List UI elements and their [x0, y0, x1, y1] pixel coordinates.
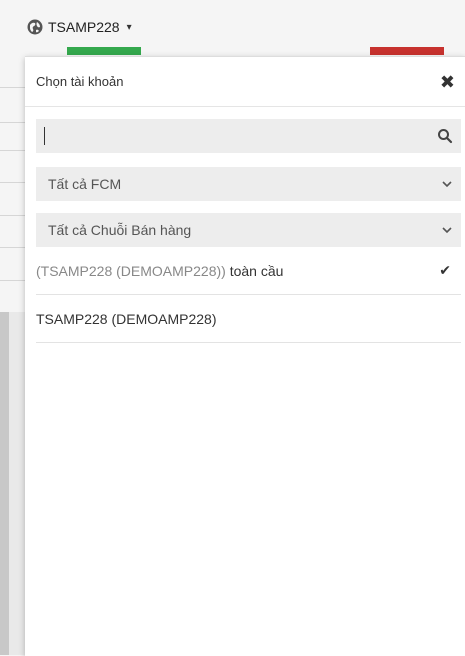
account-option-label: TSAMP228 (DEMOAMP228) [36, 310, 217, 327]
account-selector-label: TSAMP228 [48, 19, 120, 35]
account-option[interactable]: TSAMP228 (DEMOAMP228) [36, 295, 461, 343]
account-search [36, 119, 461, 153]
search-input[interactable] [36, 119, 437, 153]
search-icon[interactable] [437, 128, 453, 144]
popover-header: Chọn tài khoản ✖ [25, 57, 465, 107]
chevron-down-icon [442, 181, 452, 188]
sales-chain-filter-select[interactable]: Tất cả Chuỗi Bán hàng [36, 213, 461, 247]
account-option-label: (TSAMP228 (DEMOAMP228)) toàn cầu [36, 263, 283, 279]
caret-down-icon: ▾ [126, 21, 132, 33]
popover-title: Chọn tài khoản [36, 74, 124, 89]
account-option-global[interactable]: (TSAMP228 (DEMOAMP228)) toàn cầu ✔ [36, 247, 461, 295]
account-list: (TSAMP228 (DEMOAMP228)) toàn cầu ✔ TSAMP… [36, 247, 461, 343]
fcm-filter-value: Tất cả FCM [48, 176, 122, 192]
fcm-filter-select[interactable]: Tất cả FCM [36, 167, 461, 201]
status-bar-green [67, 47, 141, 55]
account-picker-popover: Chọn tài khoản ✖ Tất cả FCM Tất cả Chuỗi… [25, 56, 465, 656]
text-cursor [44, 127, 45, 145]
account-option-scope: toàn cầu [225, 262, 284, 279]
sales-chain-filter-value: Tất cả Chuỗi Bán hàng [48, 222, 192, 238]
account-option-id: (TSAMP228 (DEMOAMP228)) [36, 262, 226, 279]
status-bar-red [370, 47, 444, 55]
check-icon: ✔ [439, 262, 451, 278]
bg-scroll-strip [0, 312, 9, 655]
close-icon[interactable]: ✖ [440, 73, 455, 91]
bg-panel-strip [9, 312, 25, 655]
chevron-down-icon [442, 227, 452, 234]
account-selector-toggle[interactable]: TSAMP228 ▾ [27, 16, 132, 38]
globe-icon [27, 19, 43, 35]
